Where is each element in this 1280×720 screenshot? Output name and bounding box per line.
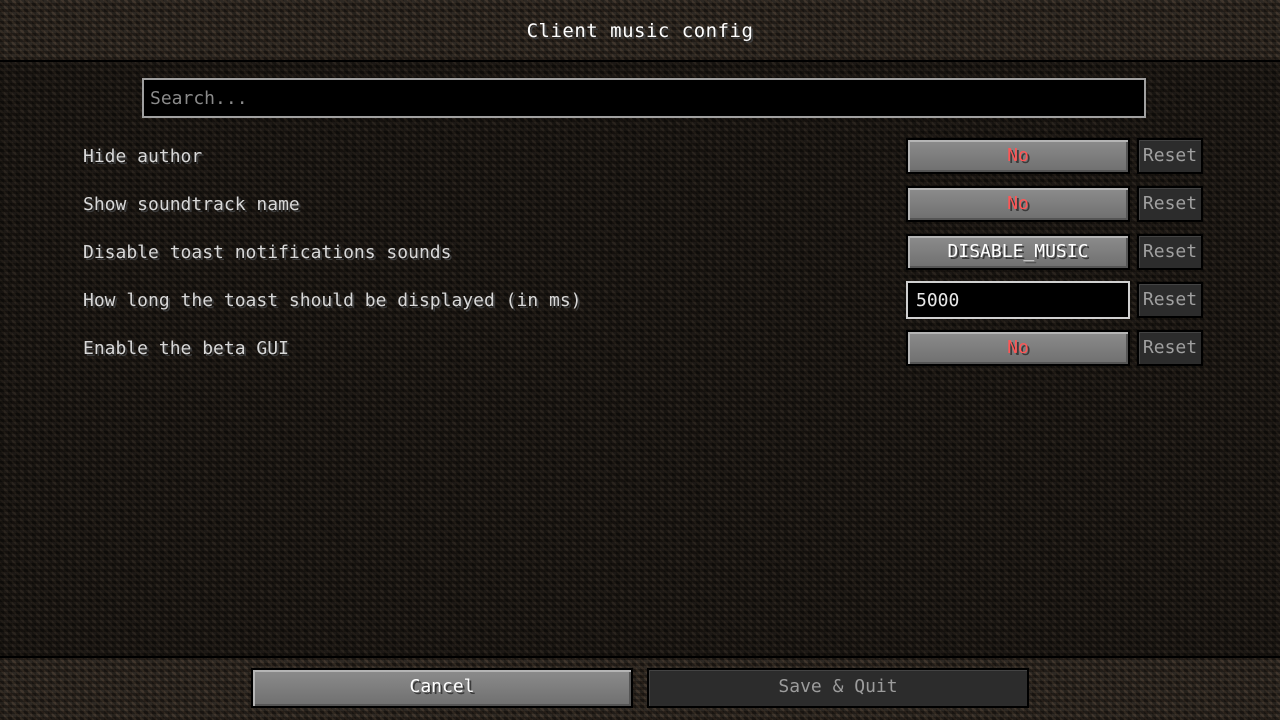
cancel-button[interactable]: Cancel [251, 668, 633, 708]
option-label: Hide author [83, 146, 203, 167]
option-label: How long the toast should be displayed (… [83, 290, 582, 311]
enable-beta-gui-toggle-button[interactable]: No [906, 330, 1130, 366]
option-label: Disable toast notifications sounds [83, 242, 452, 263]
page-title: Client music config [526, 20, 754, 42]
option-label: Show soundtrack name [83, 194, 300, 215]
option-row-show-soundtrack-name: Show soundtrack name No Reset [0, 186, 1280, 224]
disable-toast-sounds-reset-button[interactable]: Reset [1137, 234, 1203, 270]
option-row-enable-beta-gui: Enable the beta GUI No Reset [0, 330, 1280, 368]
hide-author-reset-button[interactable]: Reset [1137, 138, 1203, 174]
save-and-quit-button[interactable]: Save & Quit [647, 668, 1029, 708]
search-input[interactable] [142, 78, 1146, 118]
option-row-toast-duration: How long the toast should be displayed (… [0, 281, 1280, 319]
option-row-disable-toast-sounds: Disable toast notifications sounds DISAB… [0, 234, 1280, 272]
toast-duration-input[interactable] [906, 281, 1130, 319]
show-soundtrack-name-reset-button[interactable]: Reset [1137, 186, 1203, 222]
show-soundtrack-name-toggle-button[interactable]: No [906, 186, 1130, 222]
option-label: Enable the beta GUI [83, 338, 289, 359]
toast-duration-reset-button[interactable]: Reset [1137, 282, 1203, 318]
hide-author-toggle-button[interactable]: No [906, 138, 1130, 174]
option-row-hide-author: Hide author No Reset [0, 138, 1280, 176]
disable-toast-sounds-cycle-button[interactable]: DISABLE_MUSIC [906, 234, 1130, 270]
footer-bar [0, 656, 1280, 720]
enable-beta-gui-reset-button[interactable]: Reset [1137, 330, 1203, 366]
